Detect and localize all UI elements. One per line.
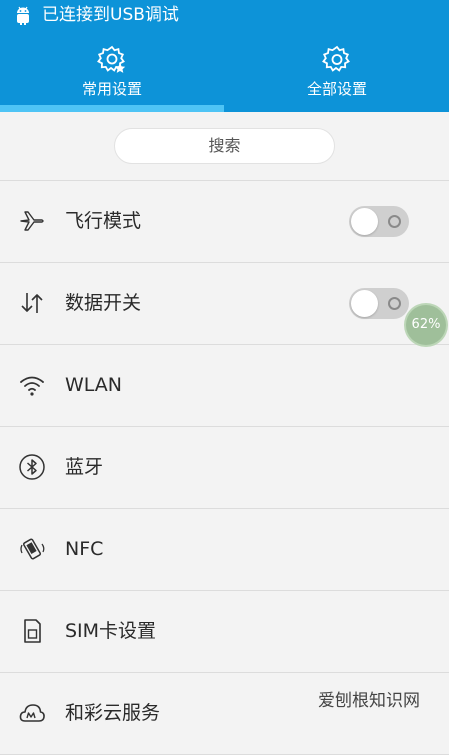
floating-indicator-bubble[interactable]: 62% [406, 305, 446, 345]
setting-label: WLAN [65, 374, 123, 396]
setting-label: 数据开关 [65, 292, 142, 314]
setting-row-wlan[interactable]: WLAN [0, 345, 449, 427]
tab-common-settings[interactable]: 常用设置 [0, 40, 224, 112]
setting-row-cloud-service[interactable]: 和彩云服务 [0, 673, 449, 755]
setting-row-bluetooth[interactable]: 蓝牙 [0, 427, 449, 509]
tab-label: 全部设置 [306, 80, 367, 98]
nfc-phone-icon [20, 538, 45, 560]
active-tab-indicator [0, 105, 224, 112]
watermark: 爱刨根知识网 [318, 691, 420, 711]
airplane-icon [20, 211, 44, 231]
setting-label: 飞行模式 [65, 210, 142, 232]
toggle-knob [351, 208, 378, 235]
top-bar: 已连接到USB调试 常用设置 全部设置 [0, 0, 449, 112]
setting-label: SIM卡设置 [65, 620, 157, 642]
wifi-icon [20, 376, 44, 396]
gear-icon [322, 45, 350, 72]
sim-card-icon [24, 619, 41, 643]
setting-label: 和彩云服务 [65, 702, 161, 724]
data-arrows-icon [21, 293, 43, 313]
tab-all-settings[interactable]: 全部设置 [225, 40, 449, 112]
tab-label: 常用设置 [81, 80, 142, 98]
airplane-mode-toggle[interactable] [349, 206, 409, 237]
setting-row-nfc[interactable]: NFC [0, 509, 449, 591]
gear-star-icon [97, 45, 126, 73]
setting-label: 蓝牙 [65, 456, 104, 478]
status-text: 已连接到USB调试 [42, 5, 179, 25]
search-input[interactable]: 搜索 [114, 128, 335, 164]
setting-row-data-switch[interactable]: 数据开关 [0, 263, 449, 345]
toggle-knob [351, 290, 378, 317]
toggle-off-indicator [388, 215, 401, 228]
setting-row-airplane-mode[interactable]: 飞行模式 [0, 181, 449, 263]
toggle-off-indicator [388, 297, 401, 310]
setting-label: NFC [65, 538, 104, 560]
setting-row-sim-settings[interactable]: SIM卡设置 [0, 591, 449, 673]
status-bar: 已连接到USB调试 [0, 0, 449, 32]
android-icon [17, 6, 29, 25]
cloud-m-icon [19, 704, 45, 722]
bluetooth-icon [19, 454, 45, 480]
data-switch-toggle[interactable] [349, 288, 409, 319]
search-area: 搜索 [0, 112, 449, 181]
